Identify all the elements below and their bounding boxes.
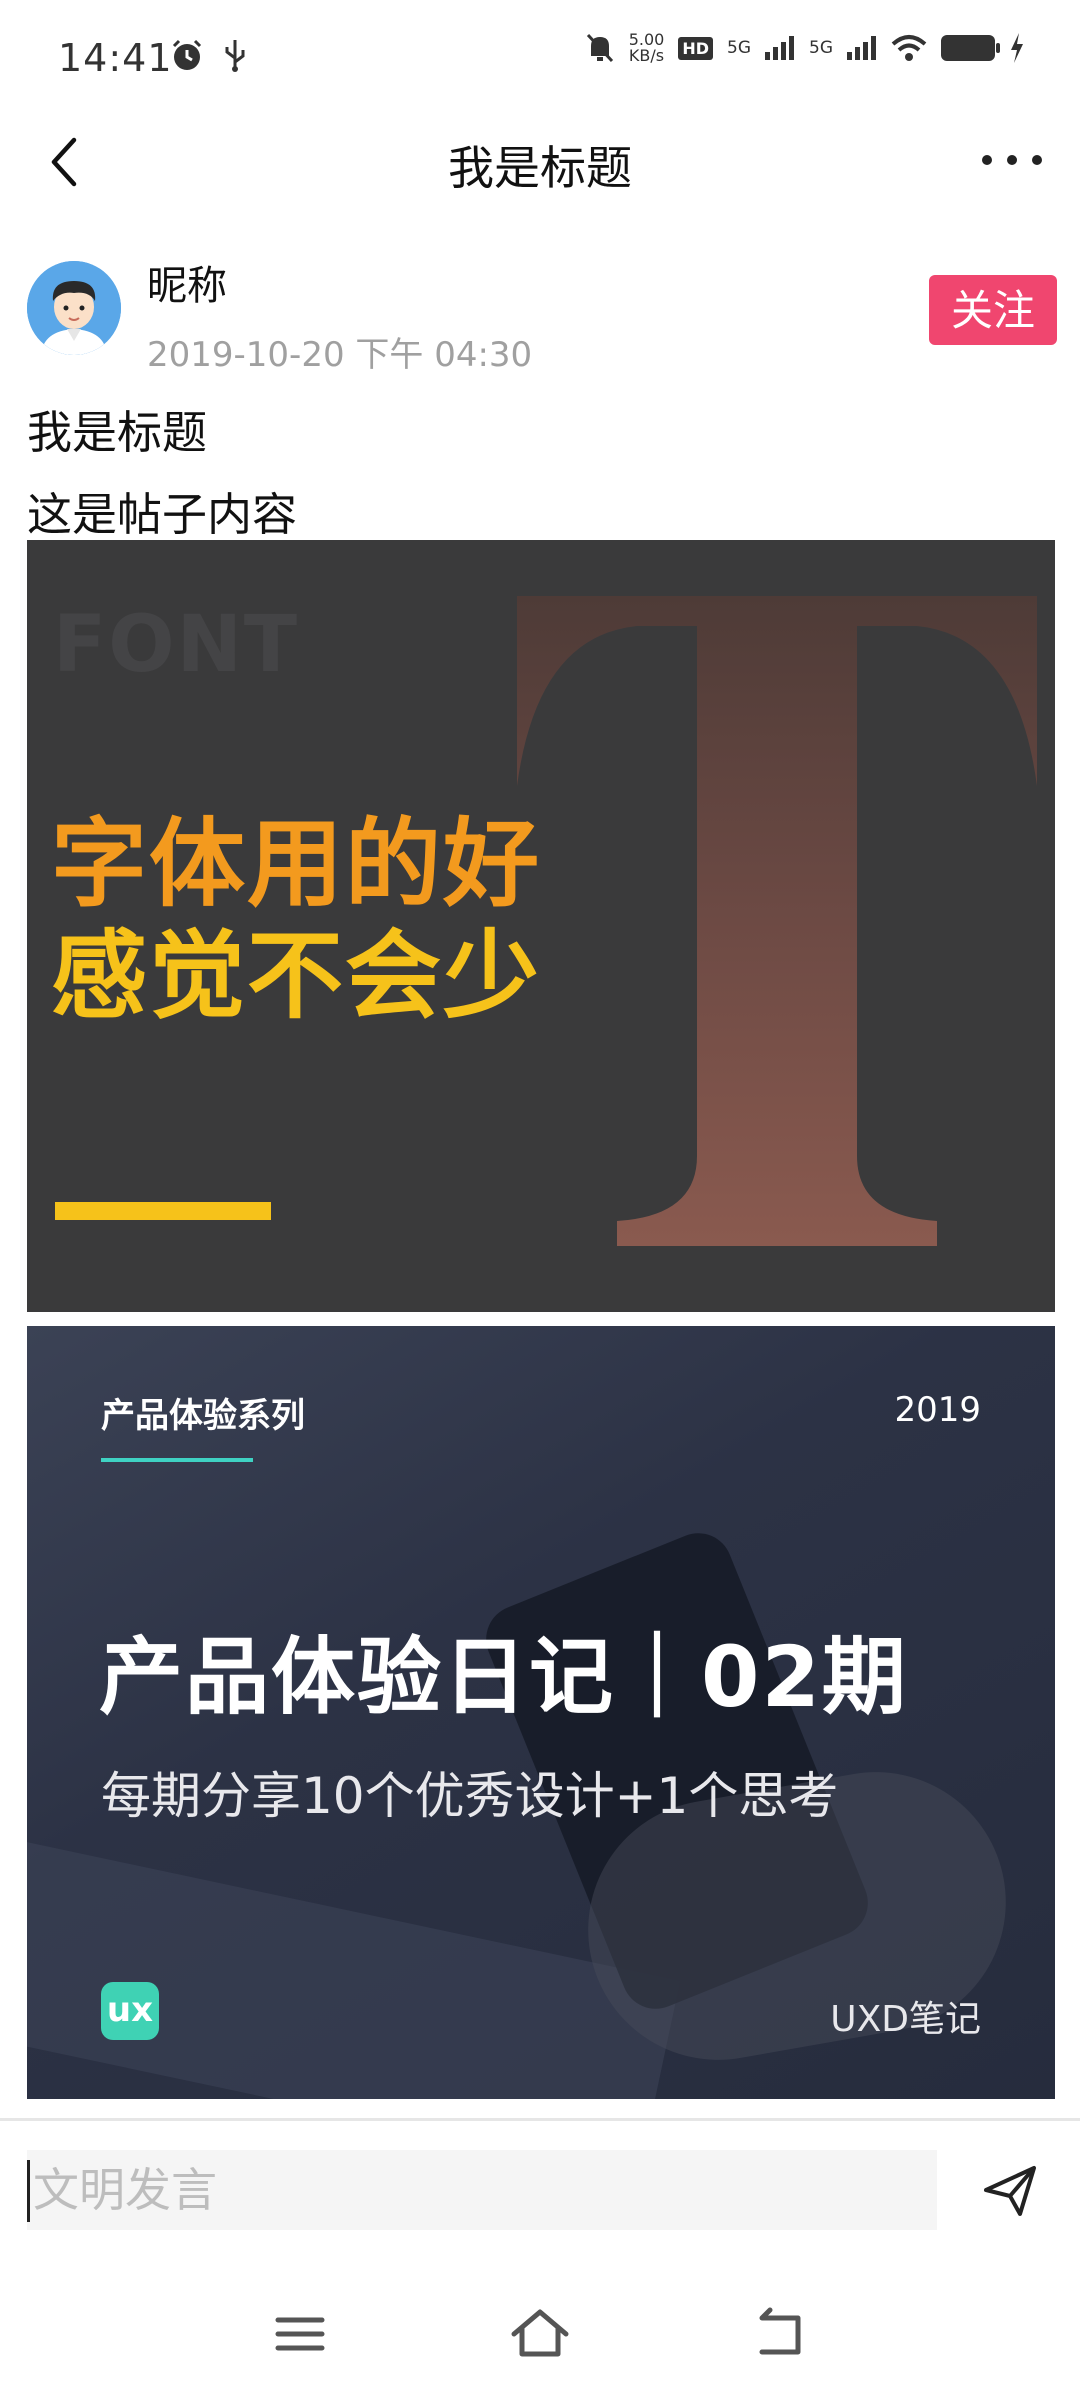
home-icon[interactable]	[508, 2302, 572, 2366]
headline-line2: 感觉不会少	[51, 920, 541, 1032]
post-image-diary[interactable]: 产品体验系列 2019 产品体验日记｜02期 每期分享10个优秀设计+1个思考 …	[27, 1326, 1055, 2099]
comment-placeholder: 文明发言	[33, 2163, 217, 2217]
signal-icon	[765, 36, 794, 60]
accent-bar	[55, 1202, 271, 1220]
battery-icon	[941, 35, 1000, 61]
signal-icon	[847, 36, 876, 60]
author-row: 昵称 2019-10-20 下午 04:30 关注	[27, 255, 1057, 375]
series-underline	[101, 1458, 253, 1462]
back-icon[interactable]	[748, 2302, 812, 2366]
comment-input[interactable]: 文明发言	[27, 2150, 937, 2230]
menu-icon[interactable]	[268, 2302, 332, 2366]
post-date: 2019-10-20 下午 04:30	[147, 335, 533, 375]
hd-badge: HD	[678, 36, 713, 60]
avatar[interactable]	[27, 261, 121, 355]
sim2-label: 5G	[809, 38, 833, 58]
diary-subtitle: 每期分享10个优秀设计+1个思考	[101, 1767, 839, 1825]
year-label: 2019	[894, 1390, 981, 1430]
nav-bar: 我是标题	[0, 118, 1080, 206]
divider	[0, 2118, 1080, 2121]
status-right-icons: 5.00 KB/s HD 5G 5G	[585, 32, 1025, 64]
send-icon[interactable]	[980, 2160, 1040, 2220]
image-headline: 字体用的好 感觉不会少	[51, 808, 541, 1032]
image-corner-word: FONT	[53, 600, 300, 690]
sim1-label: 5G	[727, 38, 751, 58]
usb-icon	[225, 40, 245, 72]
follow-button[interactable]: 关注	[929, 275, 1057, 345]
author-nickname[interactable]: 昵称	[147, 253, 227, 311]
post-title: 我是标题	[27, 406, 208, 459]
avatar-image	[27, 261, 121, 355]
headline-line1: 字体用的好	[51, 808, 541, 920]
post-content: 这是帖子内容	[27, 488, 298, 541]
alarm-icon	[172, 39, 202, 70]
image-big-letter: T	[517, 596, 1037, 1246]
ux-logo: ux	[101, 1982, 159, 2040]
status-left-icons	[170, 38, 248, 72]
post-image-font[interactable]: FONT T 字体用的好 感觉不会少	[27, 540, 1055, 1312]
diary-title: 产品体验日记｜02期	[99, 1628, 908, 1726]
mute-icon	[586, 33, 613, 63]
text-caret	[27, 2160, 30, 2222]
system-nav-bar	[0, 2280, 1080, 2388]
wifi-icon	[891, 35, 927, 61]
series-label: 产品体验系列	[101, 1396, 305, 1436]
more-dots-icon[interactable]	[982, 140, 1042, 180]
status-bar: 14:41 5.00 KB/s HD 5G 5G	[0, 0, 1080, 118]
charging-icon	[1011, 33, 1023, 63]
brand-label: UXD笔记	[830, 1999, 981, 2040]
status-time: 14:41	[58, 36, 173, 80]
speed-unit: KB/s	[628, 46, 665, 65]
network-speed: 5.00 KB/s	[629, 32, 665, 64]
page-title: 我是标题	[448, 141, 632, 195]
